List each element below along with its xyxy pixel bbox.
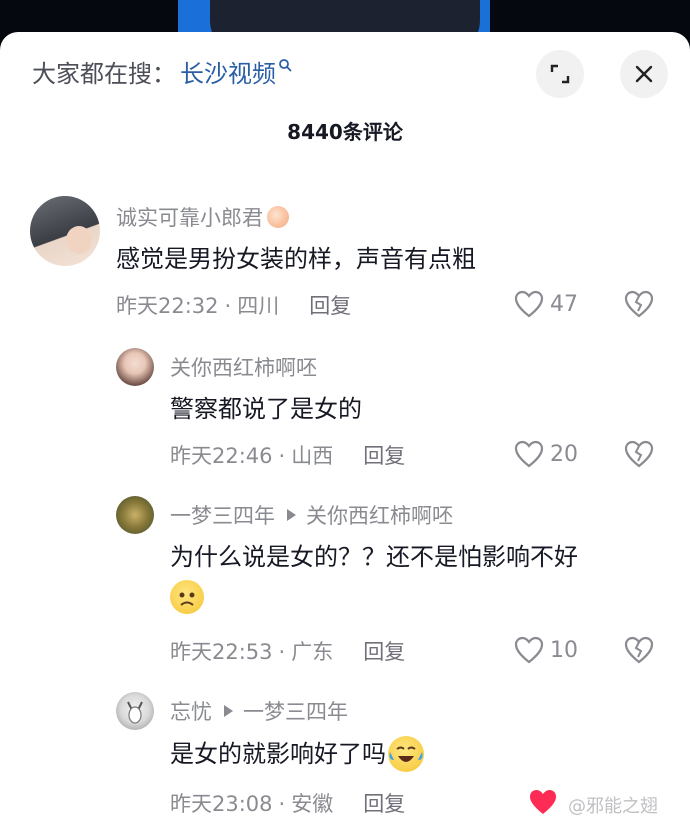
peach-icon	[267, 206, 289, 228]
comments-sheet: 大家都在搜： 长沙视频 8440条评论 诚实可靠小郎君 感觉是男扮女装的样，声音…	[0, 32, 690, 822]
dislike-button[interactable]	[624, 440, 654, 472]
search-icon	[279, 58, 292, 71]
crying-laughing-emoji	[388, 736, 424, 772]
avatar[interactable]	[30, 196, 100, 266]
comments-count: 8440条评论	[287, 120, 403, 144]
separator-dot: ·	[278, 640, 286, 664]
avatar[interactable]	[116, 348, 154, 386]
comment-location: 安徽	[291, 792, 334, 816]
close-icon	[635, 65, 653, 83]
trending-search-term[interactable]: 长沙视频	[180, 54, 276, 89]
comment-username[interactable]: 忘忧 一梦三四年	[170, 696, 348, 726]
avatar-child	[66, 226, 92, 254]
like-button[interactable]: 10	[514, 636, 578, 664]
separator-dot: ·	[278, 444, 286, 468]
reply-button[interactable]: 回复	[309, 294, 351, 318]
watermark: @邪能之翅	[568, 796, 658, 817]
comment-time: 昨天22:46	[170, 444, 273, 468]
comment-username[interactable]: 关你西红柿啊呸	[170, 352, 317, 382]
reply-button[interactable]: 回复	[363, 792, 405, 816]
emoji-face	[179, 592, 195, 606]
comment-time: 昨天22:32	[116, 294, 219, 318]
comment-location: 广东	[291, 640, 334, 664]
reply-to-user[interactable]: 一梦三四年	[243, 696, 348, 726]
comment-text: 警察都说了是女的	[170, 395, 362, 423]
comment-meta: 昨天23:08 · 安徽 回复	[170, 788, 405, 818]
like-button[interactable]	[528, 788, 564, 816]
broken-heart-icon	[624, 440, 654, 468]
reply-button[interactable]: 回复	[363, 444, 405, 468]
comment-time: 昨天22:53	[170, 640, 273, 664]
worried-face-emoji	[170, 580, 204, 614]
comment-meta: 昨天22:46 · 山西 回复	[170, 440, 405, 470]
comment-location: 山西	[291, 444, 334, 468]
like-count: 20	[550, 441, 578, 467]
separator-dot: ·	[278, 792, 286, 816]
heart-icon	[514, 440, 544, 468]
heart-icon	[514, 290, 544, 318]
reply-button[interactable]: 回复	[363, 640, 405, 664]
trending-search-label: 大家都在搜：	[32, 60, 176, 88]
trending-search[interactable]: 大家都在搜： 长沙视频	[32, 54, 292, 89]
comment-time: 昨天23:08	[170, 792, 273, 816]
like-button[interactable]: 47	[514, 290, 578, 318]
reply-to-user[interactable]: 关你西红柿啊呸	[306, 500, 453, 530]
heart-icon	[514, 636, 544, 664]
comment-location: 四川	[237, 294, 280, 318]
broken-heart-icon	[624, 290, 654, 318]
comment-meta: 昨天22:32 · 四川 回复	[116, 290, 351, 320]
like-count: 47	[550, 291, 578, 317]
comment-text: 是女的就影响好了吗	[170, 736, 424, 772]
broken-heart-icon	[624, 636, 654, 664]
expand-icon	[550, 64, 570, 84]
avatar[interactable]	[116, 496, 154, 534]
like-button[interactable]: 20	[514, 440, 578, 468]
comment-username[interactable]: 诚实可靠小郎君	[116, 202, 289, 232]
reply-arrow-icon	[287, 509, 296, 521]
goat-avatar-icon	[127, 701, 143, 724]
comment-text: 为什么说是女的？？还不是怕影响不好	[170, 543, 578, 571]
dislike-button[interactable]	[624, 636, 654, 668]
comment-meta: 昨天22:53 · 广东 回复	[170, 636, 405, 666]
expand-button[interactable]	[536, 50, 584, 98]
emoji-face	[389, 746, 423, 762]
comment-username[interactable]: 一梦三四年 关你西红柿啊呸	[170, 500, 453, 530]
reply-arrow-icon	[224, 705, 233, 717]
separator-dot: ·	[224, 294, 232, 318]
like-count: 10	[550, 637, 578, 663]
comment-text: 感觉是男扮女装的样，声音有点粗	[116, 245, 476, 273]
avatar[interactable]	[116, 692, 154, 730]
close-button[interactable]	[620, 50, 668, 98]
heart-filled-icon	[530, 790, 556, 814]
dislike-button[interactable]	[624, 290, 654, 322]
